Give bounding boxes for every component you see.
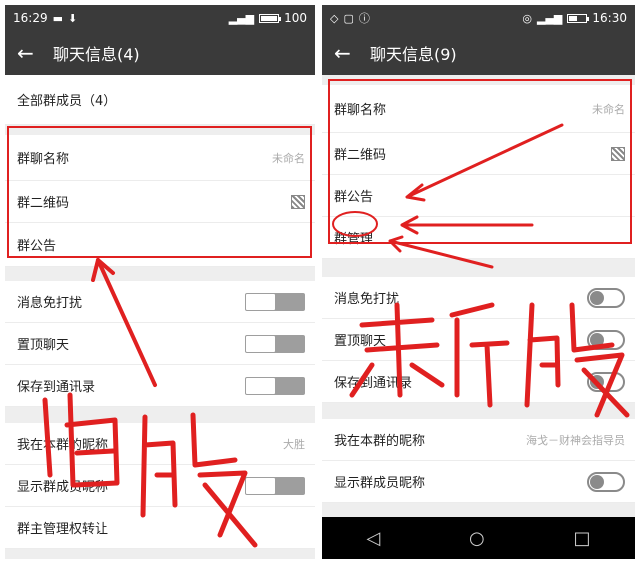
- pin-chat-toggle[interactable]: [587, 329, 625, 350]
- back-arrow-icon[interactable]: ←: [334, 41, 360, 65]
- lock-icon: ▢: [343, 11, 354, 25]
- mute-label: 消息免打扰: [17, 296, 83, 311]
- my-nickname-row[interactable]: 我在本群的昵称 海戈－财神会指导员: [322, 419, 635, 461]
- shield-icon: ◇: [330, 11, 339, 25]
- show-nickname-toggle[interactable]: [245, 476, 305, 495]
- my-nickname-value: 海戈－财神会指导员: [526, 433, 625, 447]
- message-icon: ▬: [52, 11, 63, 25]
- nav-back-icon[interactable]: ◁: [366, 528, 380, 549]
- all-members-row[interactable]: 全部群成员（4）: [5, 75, 315, 125]
- status-time: 16:30: [592, 11, 627, 25]
- transfer-owner-label: 群主管理权转让: [17, 522, 109, 537]
- mute-toggle[interactable]: [587, 287, 625, 308]
- title-bar: ← 聊天信息(9): [322, 31, 635, 75]
- android-nav-bar: ◁ ○ □: [322, 517, 635, 559]
- my-nickname-value: 大胜: [283, 437, 305, 451]
- mute-row[interactable]: 消息免打扰: [322, 277, 635, 319]
- highlight-box: [7, 126, 312, 258]
- save-contacts-toggle[interactable]: [587, 371, 625, 392]
- new-version-screen: ◇ ▢ ⓘ ◎ ▂▄▆ 16:30 ← 聊天信息(9) 群聊名称 未命名 群二维…: [322, 5, 635, 559]
- page-title: 聊天信息(9): [370, 45, 457, 64]
- nav-home-icon[interactable]: ○: [469, 528, 485, 549]
- my-nickname-row[interactable]: 我在本群的昵称 大胜: [5, 423, 315, 465]
- pin-chat-label: 置顶聊天: [17, 338, 70, 353]
- mute-toggle[interactable]: [245, 292, 305, 311]
- all-members-label: 全部群成员（4）: [17, 94, 117, 109]
- show-nickname-row[interactable]: 显示群成员昵称: [5, 465, 315, 507]
- status-bar: 16:29 ▬ ⬇ ▂▄▆ 100: [5, 5, 315, 31]
- page-title: 聊天信息(4): [53, 45, 140, 64]
- nav-recents-icon[interactable]: □: [574, 528, 591, 549]
- pin-chat-row[interactable]: 置顶聊天: [322, 319, 635, 361]
- highlight-box: [328, 79, 632, 244]
- mute-label: 消息免打扰: [334, 292, 400, 307]
- mute-row[interactable]: 消息免打扰: [5, 281, 315, 323]
- my-nickname-label: 我在本群的昵称: [334, 434, 426, 449]
- save-contacts-label: 保存到通讯录: [17, 380, 96, 395]
- show-nickname-row[interactable]: 显示群成员昵称: [322, 461, 635, 503]
- battery-icon: [259, 13, 282, 23]
- info-icon: ⓘ: [358, 12, 370, 25]
- download-icon: ⬇: [68, 11, 78, 25]
- show-nickname-label: 显示群成员昵称: [334, 476, 426, 491]
- status-bar: ◇ ▢ ⓘ ◎ ▂▄▆ 16:30: [322, 5, 635, 31]
- save-contacts-label: 保存到通讯录: [334, 376, 413, 391]
- battery-percent: 100: [284, 11, 307, 25]
- alarm-icon: ◎: [522, 11, 533, 25]
- transfer-owner-row[interactable]: 群主管理权转让: [5, 507, 315, 549]
- save-contacts-row[interactable]: 保存到通讯录: [5, 365, 315, 407]
- battery-icon: [567, 13, 590, 23]
- pin-chat-row[interactable]: 置顶聊天: [5, 323, 315, 365]
- save-contacts-toggle[interactable]: [245, 376, 305, 395]
- signal-icon: ▂▄▆: [537, 11, 563, 25]
- my-nickname-label: 我在本群的昵称: [17, 438, 109, 453]
- show-nickname-toggle[interactable]: [587, 471, 625, 492]
- pin-chat-toggle[interactable]: [245, 334, 305, 353]
- save-contacts-row[interactable]: 保存到通讯录: [322, 361, 635, 403]
- back-arrow-icon[interactable]: ←: [17, 41, 43, 65]
- show-nickname-label: 显示群成员昵称: [17, 480, 109, 495]
- old-version-screen: 16:29 ▬ ⬇ ▂▄▆ 100 ← 聊天信息(4) 全部群成员（4） 群聊名…: [5, 5, 315, 559]
- title-bar: ← 聊天信息(4): [5, 31, 315, 75]
- pin-chat-label: 置顶聊天: [334, 334, 387, 349]
- status-time: 16:29: [13, 11, 48, 25]
- signal-icon: ▂▄▆: [228, 11, 255, 25]
